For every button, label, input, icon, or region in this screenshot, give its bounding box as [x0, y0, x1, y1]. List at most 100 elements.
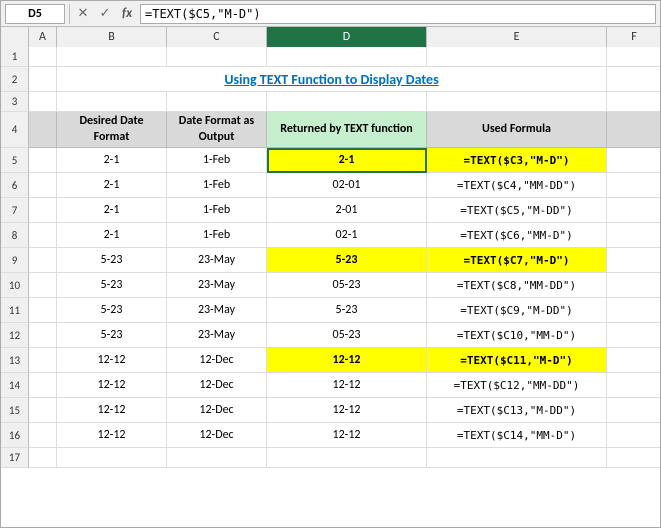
col-header-d[interactable]: D — [267, 27, 427, 47]
cell-f15[interactable] — [607, 398, 660, 423]
row-header-7[interactable]: 7 — [1, 198, 29, 223]
cell-d16[interactable]: 12-12 — [267, 423, 427, 448]
cell-d15[interactable]: 12-12 — [267, 398, 427, 423]
fx-icon[interactable]: fx — [118, 5, 136, 23]
cell-a14[interactable] — [29, 373, 57, 398]
cell-a16[interactable] — [29, 423, 57, 448]
cell-c7[interactable]: 1-Feb — [167, 198, 267, 223]
cell-b7[interactable]: 2-1 — [57, 198, 167, 223]
cell-d14[interactable]: 12-12 — [267, 373, 427, 398]
row-header-6[interactable]: 6 — [1, 173, 29, 198]
col-header-a[interactable]: A — [29, 27, 57, 47]
cell-a11[interactable] — [29, 298, 57, 323]
row-header-1[interactable]: 1 — [1, 47, 29, 67]
row-header-9[interactable]: 9 — [1, 248, 29, 273]
cell-d11[interactable]: 5-23 — [267, 298, 427, 323]
cell-c6[interactable]: 1-Feb — [167, 173, 267, 198]
col-header-b[interactable]: B — [57, 27, 167, 47]
cell-c13[interactable]: 12-Dec — [167, 348, 267, 373]
cell-f12[interactable] — [607, 323, 660, 348]
row-header-17[interactable]: 17 — [1, 448, 29, 468]
cell-b6[interactable]: 2-1 — [57, 173, 167, 198]
cell-b14[interactable]: 12-12 — [57, 373, 167, 398]
row-header-4[interactable]: 4 — [1, 112, 29, 148]
cell-b5[interactable]: 2-1 — [57, 148, 167, 173]
cell-a10[interactable] — [29, 273, 57, 298]
cell-d17[interactable] — [267, 448, 427, 468]
cell-a2[interactable] — [29, 67, 57, 92]
cell-a3[interactable] — [29, 92, 57, 112]
row-header-10[interactable]: 10 — [1, 273, 29, 298]
cell-e7[interactable]: =TEXT($C5,"M-DD") — [427, 198, 607, 223]
cell-d3[interactable] — [267, 92, 427, 112]
cell-e12[interactable]: =TEXT($C10,"MM-D") — [427, 323, 607, 348]
row-header-2[interactable]: 2 — [1, 67, 29, 92]
cell-c3[interactable] — [167, 92, 267, 112]
row-header-11[interactable]: 11 — [1, 298, 29, 323]
cell-a4[interactable] — [29, 112, 57, 148]
cell-d4[interactable]: Returned by TEXT function — [267, 112, 427, 148]
cell-d7[interactable]: 2-01 — [267, 198, 427, 223]
cell-d9[interactable]: 5-23 — [267, 248, 427, 273]
row-header-3[interactable]: 3 — [1, 92, 29, 112]
cell-e15[interactable]: =TEXT($C13,"M-DD") — [427, 398, 607, 423]
cell-f10[interactable] — [607, 273, 660, 298]
cell-e5[interactable]: =TEXT($C3,"M-D") — [427, 148, 607, 173]
cell-a1[interactable] — [29, 47, 57, 67]
cell-d13[interactable]: 12-12 — [267, 348, 427, 373]
cell-b8[interactable]: 2-1 — [57, 223, 167, 248]
cell-e1[interactable] — [427, 47, 607, 67]
cell-b11[interactable]: 5-23 — [57, 298, 167, 323]
row-header-16[interactable]: 16 — [1, 423, 29, 448]
cell-f3[interactable] — [607, 92, 660, 112]
cell-d5[interactable]: 2-1 — [267, 148, 427, 173]
cell-e16[interactable]: =TEXT($C14,"MM-D") — [427, 423, 607, 448]
cell-a8[interactable] — [29, 223, 57, 248]
cell-c9[interactable]: 23-May — [167, 248, 267, 273]
cell-b10[interactable]: 5-23 — [57, 273, 167, 298]
confirm-icon[interactable]: ✓ — [96, 5, 114, 23]
cell-b15[interactable]: 12-12 — [57, 398, 167, 423]
cell-f16[interactable] — [607, 423, 660, 448]
col-header-f[interactable]: F — [607, 27, 660, 47]
cell-c12[interactable]: 23-May — [167, 323, 267, 348]
cell-c4[interactable]: Date Format as Output — [167, 112, 267, 148]
cell-f7[interactable] — [607, 198, 660, 223]
cell-a12[interactable] — [29, 323, 57, 348]
cell-b17[interactable] — [57, 448, 167, 468]
cell-f17[interactable] — [607, 448, 660, 468]
cell-c16[interactable]: 12-Dec — [167, 423, 267, 448]
cell-b9[interactable]: 5-23 — [57, 248, 167, 273]
cell-e4[interactable]: Used Formula — [427, 112, 607, 148]
cell-c10[interactable]: 23-May — [167, 273, 267, 298]
cell-d12[interactable]: 05-23 — [267, 323, 427, 348]
cell-e13[interactable]: =TEXT($C11,"M-D") — [427, 348, 607, 373]
cell-e10[interactable]: =TEXT($C8,"MM-DD") — [427, 273, 607, 298]
row-header-13[interactable]: 13 — [1, 348, 29, 373]
row-header-14[interactable]: 14 — [1, 373, 29, 398]
title-cell[interactable]: Using TEXT Function to Display Dates — [57, 67, 607, 92]
row-header-15[interactable]: 15 — [1, 398, 29, 423]
cell-f8[interactable] — [607, 223, 660, 248]
cell-e3[interactable] — [427, 92, 607, 112]
cell-b12[interactable]: 5-23 — [57, 323, 167, 348]
cell-e11[interactable]: =TEXT($C9,"M-DD") — [427, 298, 607, 323]
cell-f14[interactable] — [607, 373, 660, 398]
cell-c11[interactable]: 23-May — [167, 298, 267, 323]
cell-d1[interactable] — [267, 47, 427, 67]
cell-a7[interactable] — [29, 198, 57, 223]
cell-e17[interactable] — [427, 448, 607, 468]
cell-d10[interactable]: 05-23 — [267, 273, 427, 298]
cell-e8[interactable]: =TEXT($C6,"MM-D") — [427, 223, 607, 248]
cell-f6[interactable] — [607, 173, 660, 198]
cell-b4[interactable]: Desired Date Format — [57, 112, 167, 148]
cell-c8[interactable]: 1-Feb — [167, 223, 267, 248]
cell-a5[interactable] — [29, 148, 57, 173]
cell-a9[interactable] — [29, 248, 57, 273]
cell-f11[interactable] — [607, 298, 660, 323]
cell-f1[interactable] — [607, 47, 660, 67]
formula-input[interactable]: =TEXT($C5,"M-D") — [140, 4, 656, 24]
cell-c1[interactable] — [167, 47, 267, 67]
cell-c5[interactable]: 1-Feb — [167, 148, 267, 173]
cell-e9[interactable]: =TEXT($C7,"M-D") — [427, 248, 607, 273]
